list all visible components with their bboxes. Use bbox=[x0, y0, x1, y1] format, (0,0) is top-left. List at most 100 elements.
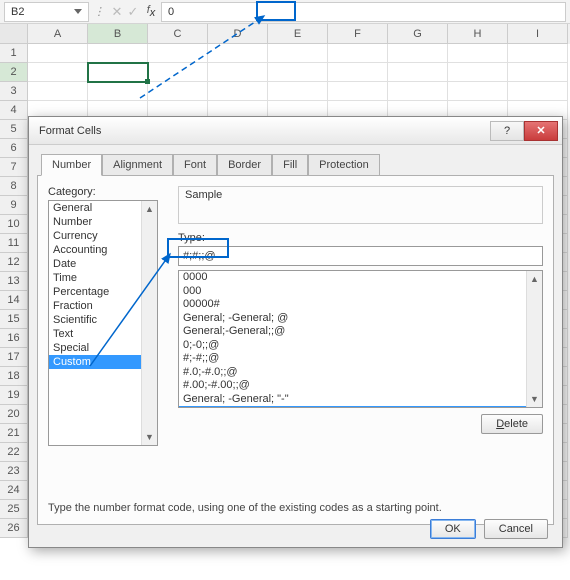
cell-B2[interactable] bbox=[88, 63, 148, 82]
tab-font[interactable]: Font bbox=[173, 154, 217, 176]
col-header-D[interactable]: D bbox=[208, 24, 268, 44]
col-header-B[interactable]: B bbox=[88, 24, 148, 44]
format-item[interactable]: #;#;;@ bbox=[179, 406, 542, 408]
col-header-I[interactable]: I bbox=[508, 24, 568, 44]
scrollbar[interactable]: ▲▼ bbox=[526, 271, 542, 407]
row-header-13[interactable]: 13 bbox=[0, 272, 28, 291]
ok-button[interactable]: OK bbox=[430, 519, 476, 539]
select-all-corner[interactable] bbox=[0, 24, 28, 44]
col-header-C[interactable]: C bbox=[148, 24, 208, 44]
format-list[interactable]: 000000000000#General; -General; @General… bbox=[178, 270, 543, 408]
row-header-9[interactable]: 9 bbox=[0, 196, 28, 215]
row-header-17[interactable]: 17 bbox=[0, 348, 28, 367]
row-header-14[interactable]: 14 bbox=[0, 291, 28, 310]
format-item[interactable]: General; -General; @ bbox=[179, 312, 542, 326]
row-header-4[interactable]: 4 bbox=[0, 101, 28, 120]
tab-number[interactable]: Number bbox=[41, 154, 102, 176]
row-header-5[interactable]: 5 bbox=[0, 120, 28, 139]
row-header-25[interactable]: 25 bbox=[0, 500, 28, 519]
cell-A3[interactable] bbox=[28, 82, 88, 101]
cell-D1[interactable] bbox=[208, 44, 268, 63]
cell-C1[interactable] bbox=[148, 44, 208, 63]
col-header-H[interactable]: H bbox=[448, 24, 508, 44]
cell-C3[interactable] bbox=[148, 82, 208, 101]
cell-D2[interactable] bbox=[208, 63, 268, 82]
type-input[interactable] bbox=[178, 246, 543, 266]
row-header-6[interactable]: 6 bbox=[0, 139, 28, 158]
fx-icon[interactable]: fx bbox=[141, 4, 161, 19]
row-header-20[interactable]: 20 bbox=[0, 405, 28, 424]
cell-B1[interactable] bbox=[88, 44, 148, 63]
row-header-26[interactable]: 26 bbox=[0, 519, 28, 538]
row-header-15[interactable]: 15 bbox=[0, 310, 28, 329]
cell-F3[interactable] bbox=[328, 82, 388, 101]
format-item[interactable]: #.0;-#.0;;@ bbox=[179, 366, 542, 380]
cell-E3[interactable] bbox=[268, 82, 328, 101]
tab-alignment[interactable]: Alignment bbox=[102, 154, 173, 176]
format-item[interactable]: 0;-0;;@ bbox=[179, 339, 542, 353]
row-header-3[interactable]: 3 bbox=[0, 82, 28, 101]
cell-G1[interactable] bbox=[388, 44, 448, 63]
sample-box: Sample bbox=[178, 186, 543, 224]
delete-button[interactable]: Delete bbox=[481, 414, 543, 434]
format-item[interactable]: 000 bbox=[179, 285, 542, 299]
cell-G3[interactable] bbox=[388, 82, 448, 101]
row-header-24[interactable]: 24 bbox=[0, 481, 28, 500]
cell-H3[interactable] bbox=[448, 82, 508, 101]
row-header-19[interactable]: 19 bbox=[0, 386, 28, 405]
cell-I2[interactable] bbox=[508, 63, 568, 82]
cell-G2[interactable] bbox=[388, 63, 448, 82]
cell-E2[interactable] bbox=[268, 63, 328, 82]
close-button[interactable]: ✕ bbox=[524, 121, 558, 141]
category-list[interactable]: GeneralNumberCurrencyAccountingDateTimeP… bbox=[48, 200, 158, 446]
name-box[interactable]: B2 bbox=[4, 2, 89, 22]
row-header-2[interactable]: 2 bbox=[0, 63, 28, 82]
row-header-10[interactable]: 10 bbox=[0, 215, 28, 234]
row-header-21[interactable]: 21 bbox=[0, 424, 28, 443]
cell-D3[interactable] bbox=[208, 82, 268, 101]
cell-A2[interactable] bbox=[28, 63, 88, 82]
scrollbar[interactable]: ▲▼ bbox=[141, 201, 157, 445]
col-header-E[interactable]: E bbox=[268, 24, 328, 44]
cell-B3[interactable] bbox=[88, 82, 148, 101]
format-item[interactable]: 00000# bbox=[179, 298, 542, 312]
row-header-7[interactable]: 7 bbox=[0, 158, 28, 177]
row-header-22[interactable]: 22 bbox=[0, 443, 28, 462]
tab-fill[interactable]: Fill bbox=[272, 154, 308, 176]
format-cells-dialog: Format Cells ? ✕ NumberAlignmentFontBord… bbox=[28, 116, 563, 548]
col-header-F[interactable]: F bbox=[328, 24, 388, 44]
dropdown-icon[interactable] bbox=[74, 9, 82, 14]
col-header-A[interactable]: A bbox=[28, 24, 88, 44]
cell-H1[interactable] bbox=[448, 44, 508, 63]
tab-border[interactable]: Border bbox=[217, 154, 272, 176]
cell-A1[interactable] bbox=[28, 44, 88, 63]
row-header-16[interactable]: 16 bbox=[0, 329, 28, 348]
cell-F1[interactable] bbox=[328, 44, 388, 63]
format-item[interactable]: General; -General; "-" bbox=[179, 393, 542, 407]
cell-I1[interactable] bbox=[508, 44, 568, 63]
dialog-titlebar[interactable]: Format Cells ? ✕ bbox=[29, 117, 562, 145]
format-item[interactable]: General;-General;;@ bbox=[179, 325, 542, 339]
dialog-title: Format Cells bbox=[39, 125, 101, 137]
help-button[interactable]: ? bbox=[490, 121, 524, 141]
cancel-button[interactable]: Cancel bbox=[484, 519, 548, 539]
tab-protection[interactable]: Protection bbox=[308, 154, 380, 176]
row-header-11[interactable]: 11 bbox=[0, 234, 28, 253]
format-item[interactable]: #.00;-#.00;;@ bbox=[179, 379, 542, 393]
format-item[interactable]: #;-#;;@ bbox=[179, 352, 542, 366]
format-item[interactable]: 0000 bbox=[179, 271, 542, 285]
row-header-8[interactable]: 8 bbox=[0, 177, 28, 196]
row-header-23[interactable]: 23 bbox=[0, 462, 28, 481]
accept-icon[interactable]: ✓ bbox=[125, 4, 141, 20]
formula-bar[interactable]: 0 bbox=[161, 2, 566, 22]
cell-F2[interactable] bbox=[328, 63, 388, 82]
cell-C2[interactable] bbox=[148, 63, 208, 82]
cell-E1[interactable] bbox=[268, 44, 328, 63]
cancel-icon[interactable]: ✕ bbox=[109, 4, 125, 20]
row-header-18[interactable]: 18 bbox=[0, 367, 28, 386]
row-header-1[interactable]: 1 bbox=[0, 44, 28, 63]
cell-H2[interactable] bbox=[448, 63, 508, 82]
col-header-G[interactable]: G bbox=[388, 24, 448, 44]
row-header-12[interactable]: 12 bbox=[0, 253, 28, 272]
cell-I3[interactable] bbox=[508, 82, 568, 101]
